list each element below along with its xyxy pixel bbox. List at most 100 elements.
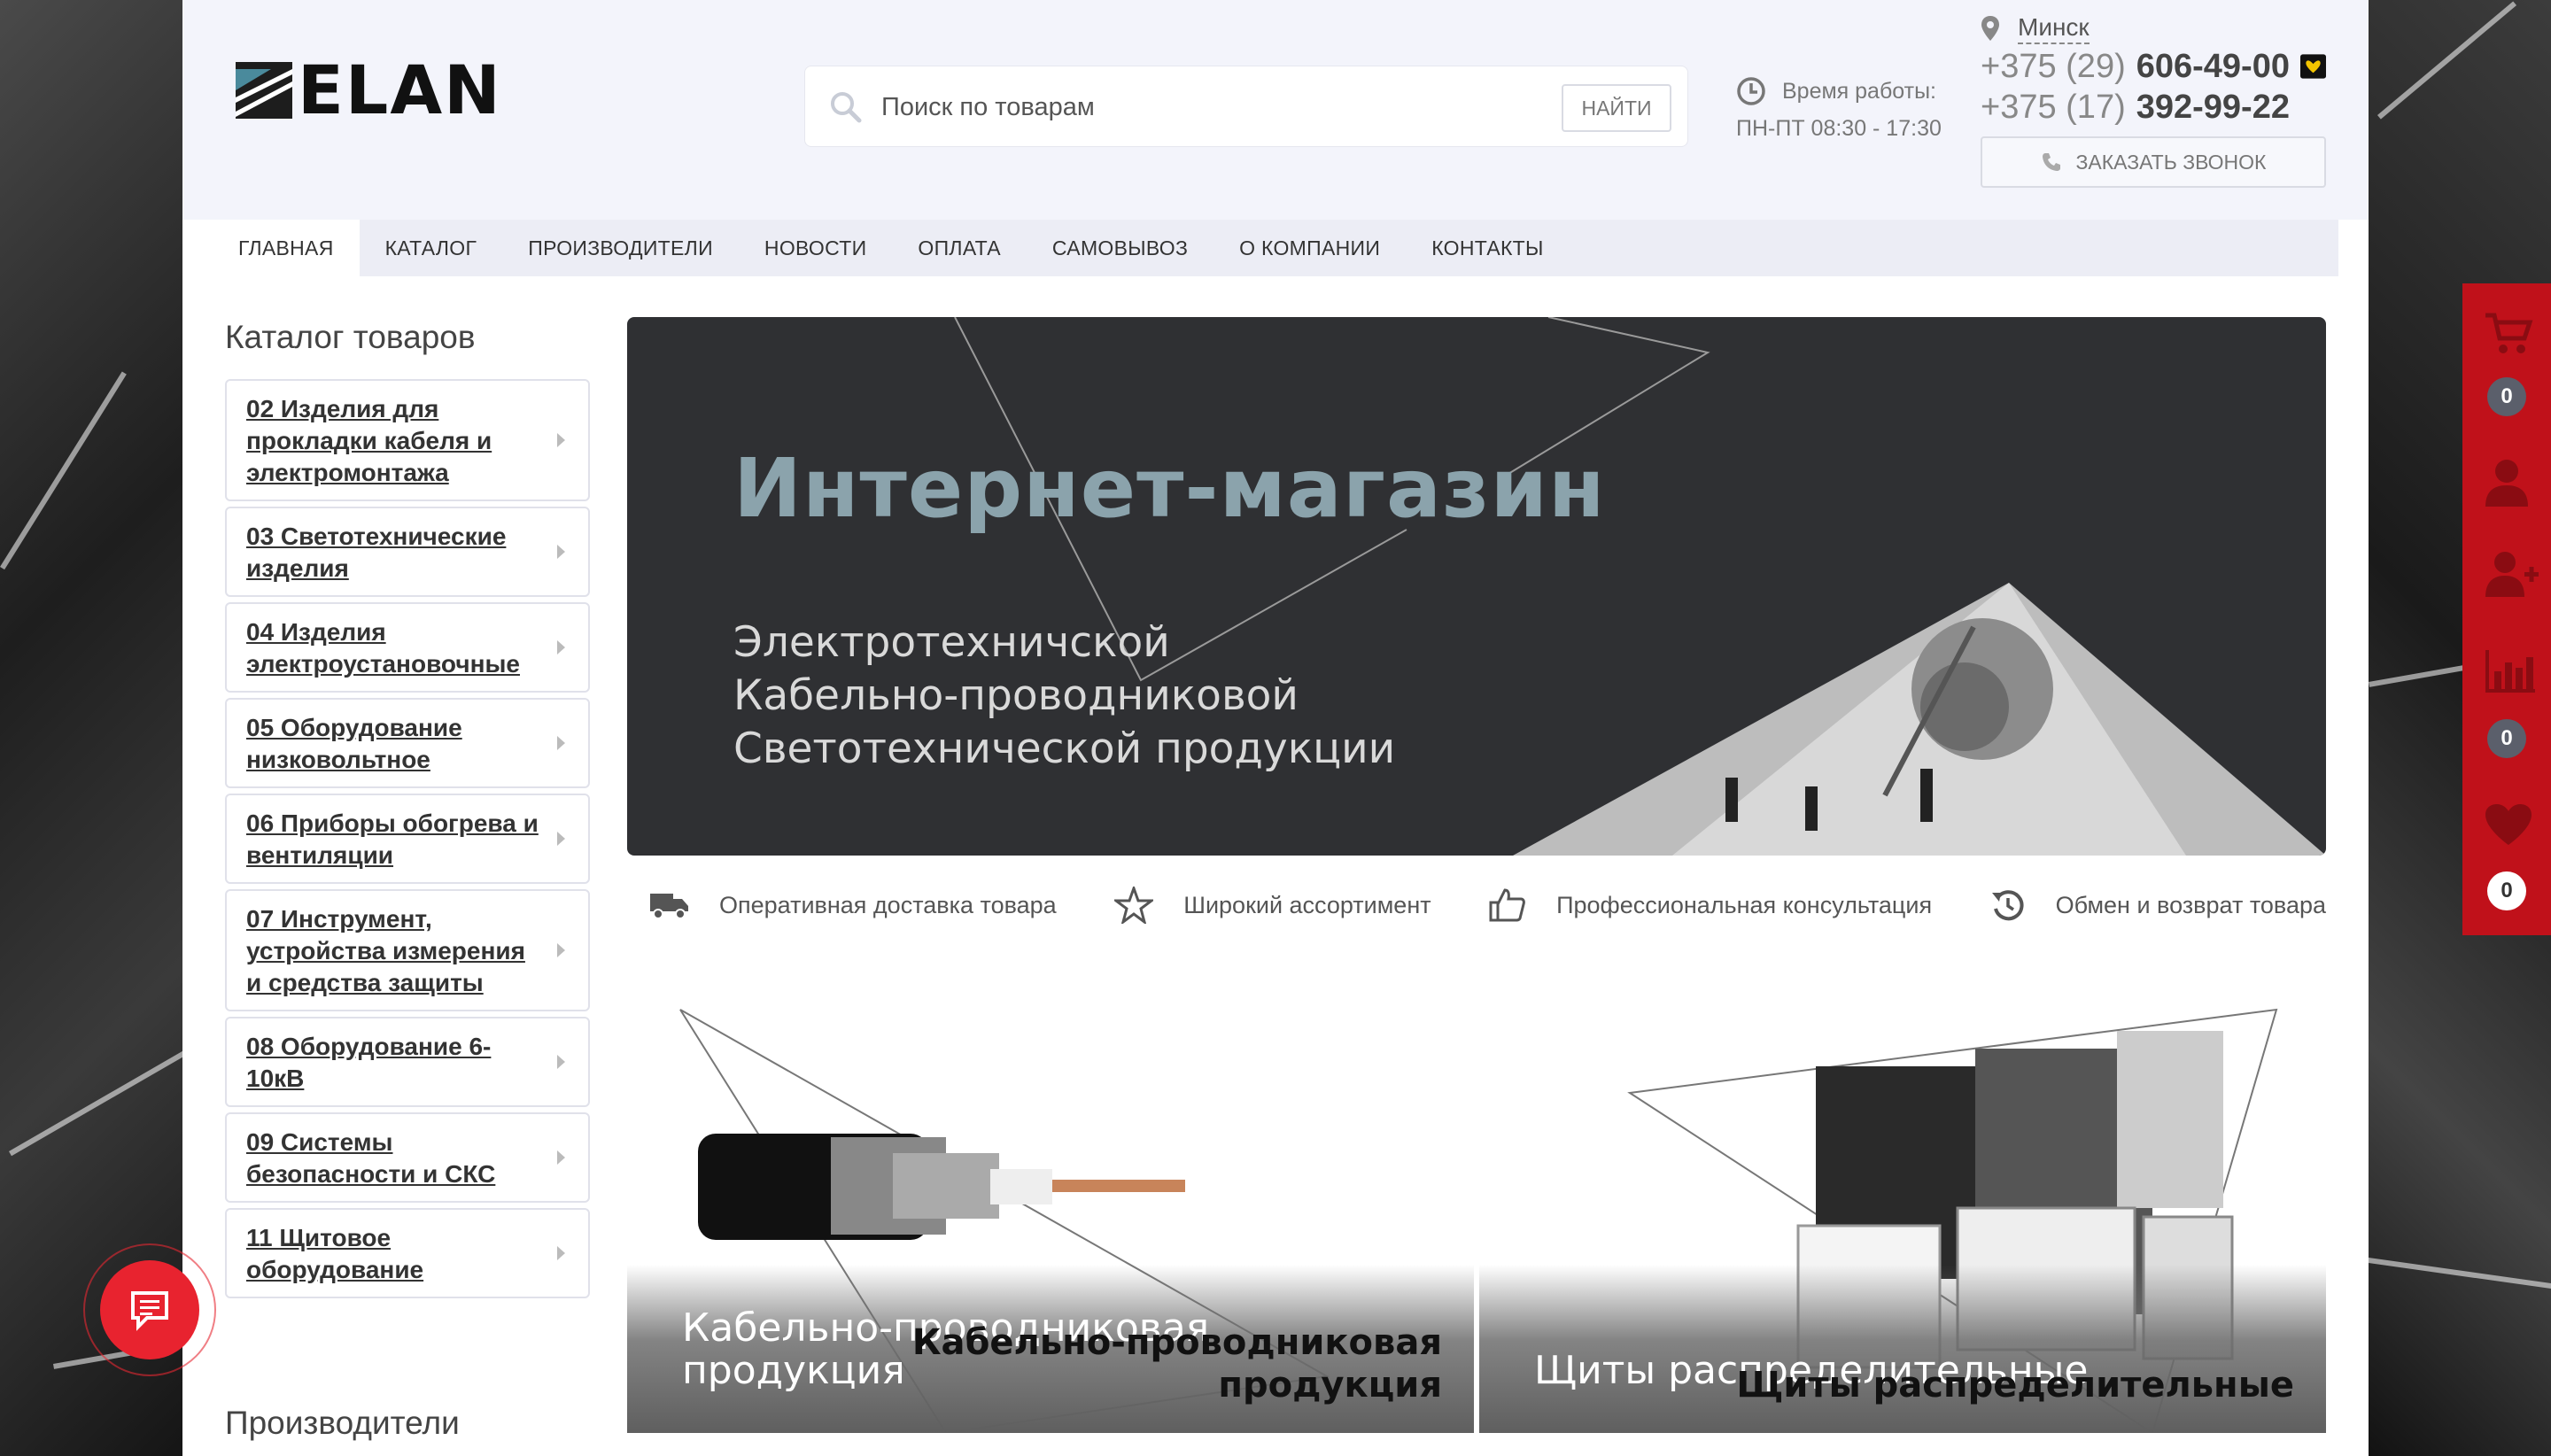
header: ELAN НАЙТИ Время работы: ПН-ПТ 08:30 - 1… bbox=[182, 0, 2369, 220]
working-hours-value: ПН-ПТ 08:30 - 17:30 bbox=[1736, 116, 1942, 141]
catalog-title: Каталог товаров bbox=[225, 319, 476, 355]
add-user-icon[interactable] bbox=[2484, 549, 2540, 597]
hero-subtitle-line: Светотехнической продукции bbox=[733, 724, 1396, 773]
city-link[interactable]: Минск bbox=[2018, 12, 2090, 44]
chat-button-inner bbox=[100, 1260, 199, 1359]
chevron-right-icon bbox=[557, 1246, 565, 1260]
category-link[interactable]: 03 Светотехнические изделия bbox=[246, 521, 546, 585]
category-link[interactable]: 07 Инструмент, устройства измерения и ср… bbox=[246, 903, 546, 999]
phone-2-number: 392-99-22 bbox=[2136, 89, 2290, 126]
viber-icon[interactable] bbox=[2299, 53, 2326, 80]
star-icon bbox=[1114, 887, 1154, 924]
cart-count-badge: 0 bbox=[2487, 377, 2526, 416]
feature-assortment: Широкий ассортимент bbox=[1114, 887, 1431, 924]
return-icon bbox=[1991, 890, 2024, 921]
background-left bbox=[0, 0, 182, 1456]
category-link[interactable]: 09 Системы безопасности и СКС bbox=[246, 1127, 546, 1190]
hero-title: Интернет-магазин bbox=[733, 441, 1606, 536]
working-hours: Время работы: ПН-ПТ 08:30 - 17:30 bbox=[1736, 73, 1942, 147]
category-item[interactable]: 07 Инструмент, устройства измерения и ср… bbox=[225, 889, 590, 1011]
background-line bbox=[2377, 1, 2517, 120]
compare-count-badge: 0 bbox=[2487, 719, 2526, 758]
heart-icon[interactable] bbox=[2484, 802, 2533, 847]
category-tiles: Кабельно-проводниковая продукция Кабельн… bbox=[627, 960, 2326, 1433]
phone-2[interactable]: +375 (17) 392-99-22 bbox=[1981, 87, 2326, 128]
chevron-right-icon bbox=[557, 545, 565, 559]
nav-item-payment[interactable]: ОПЛАТА bbox=[892, 220, 1027, 276]
phone-icon bbox=[2042, 153, 2060, 171]
category-item[interactable]: 05 Оборудование низковольтное bbox=[225, 698, 590, 788]
category-item[interactable]: 02 Изделия для прокладки кабеля и электр… bbox=[225, 379, 590, 501]
truck-icon bbox=[650, 894, 688, 919]
logo-text: ELAN bbox=[298, 50, 502, 129]
category-link[interactable]: 02 Изделия для прокладки кабеля и электр… bbox=[246, 393, 546, 489]
feature-return: Обмен и возврат товара bbox=[1990, 887, 2326, 923]
search-button[interactable]: НАЙТИ bbox=[1562, 84, 1671, 132]
hero-subtitle: Электротехничской Кабельно-проводниковой… bbox=[733, 616, 1395, 776]
chevron-right-icon bbox=[557, 1150, 565, 1165]
chevron-right-icon bbox=[557, 640, 565, 654]
map-pin-icon bbox=[1981, 16, 1999, 41]
feature-label: Оперативная доставка товара bbox=[719, 891, 1057, 918]
category-link[interactable]: 05 Оборудование низковольтное bbox=[246, 712, 546, 776]
feature-delivery: Оперативная доставка товара bbox=[650, 890, 1057, 920]
compare-chart-icon[interactable] bbox=[2484, 648, 2537, 694]
tile-distribution-boards[interactable]: Щиты распределительные Щиты распределите… bbox=[1479, 960, 2326, 1433]
user-icon[interactable] bbox=[2484, 457, 2530, 507]
city-selector[interactable]: Минск bbox=[1981, 11, 2326, 46]
phone-2-code: +375 (17) bbox=[1981, 89, 2126, 126]
features-bar: Оперативная доставка товара Широкий ассо… bbox=[650, 877, 2326, 933]
chevron-right-icon bbox=[557, 1055, 565, 1069]
contact-block: Минск +375 (29) 606-49-00 +375 (17) 392-… bbox=[1981, 11, 2326, 188]
category-link[interactable]: 08 Оборудование 6-10кВ bbox=[246, 1031, 546, 1095]
working-hours-label: Время работы: bbox=[1782, 79, 1936, 104]
side-panel: 0 0 0 bbox=[2462, 283, 2551, 935]
search-icon bbox=[831, 92, 862, 123]
search-input[interactable] bbox=[881, 81, 1457, 134]
cart-icon[interactable] bbox=[2484, 312, 2533, 356]
background-line bbox=[9, 1045, 182, 1157]
nav-item-pickup[interactable]: САМОВЫВОЗ bbox=[1027, 220, 1213, 276]
logo[interactable]: ELAN bbox=[236, 50, 502, 129]
callback-button-label: ЗАКАЗАТЬ ЗВОНОК bbox=[2075, 150, 2267, 174]
tile-caption-line: Кабельно-проводниковая bbox=[911, 1322, 1442, 1363]
nav-item-producers[interactable]: ПРОИЗВОДИТЕЛИ bbox=[502, 220, 739, 276]
category-item[interactable]: 09 Системы безопасности и СКС bbox=[225, 1112, 590, 1203]
phone-1[interactable]: +375 (29) 606-49-00 bbox=[1981, 46, 2326, 87]
nav-item-news[interactable]: НОВОСТИ bbox=[739, 220, 893, 276]
search-box: НАЙТИ bbox=[804, 66, 1688, 147]
chevron-right-icon bbox=[557, 736, 565, 750]
tile-cable-products[interactable]: Кабельно-проводниковая продукция Кабельн… bbox=[627, 960, 1474, 1433]
nav-item-about[interactable]: О КОМПАНИИ bbox=[1213, 220, 1406, 276]
phone-1-code: +375 (29) bbox=[1981, 48, 2126, 85]
tile-caption-overlay: Кабельно-проводниковая продукция bbox=[912, 1321, 1442, 1406]
category-item[interactable]: 11 Щитовое оборудование bbox=[225, 1208, 590, 1298]
tile-caption-line: продукция bbox=[1218, 1365, 1442, 1406]
category-link[interactable]: 11 Щитовое оборудование bbox=[246, 1222, 546, 1286]
category-link[interactable]: 06 Приборы обогрева и вентиляции bbox=[246, 808, 546, 871]
feature-label: Профессиональная консультация bbox=[1556, 891, 1933, 918]
category-item[interactable]: 06 Приборы обогрева и вентиляции bbox=[225, 794, 590, 884]
chat-button[interactable] bbox=[83, 1243, 216, 1376]
category-link[interactable]: 04 Изделия электроустановочные bbox=[246, 616, 546, 680]
thumbs-up-icon bbox=[1489, 888, 1525, 922]
category-list: 02 Изделия для прокладки кабеля и электр… bbox=[225, 379, 590, 1304]
callback-button[interactable]: ЗАКАЗАТЬ ЗВОНОК bbox=[1981, 136, 2326, 188]
tile-caption-overlay: Щиты распределительные bbox=[1736, 1365, 2294, 1406]
clock-icon bbox=[1737, 77, 1765, 105]
hero-subtitle-line: Кабельно-проводниковой bbox=[733, 671, 1299, 720]
chat-icon bbox=[131, 1291, 168, 1331]
nav-item-contacts[interactable]: КОНТАКТЫ bbox=[1406, 220, 1569, 276]
main-nav: ГЛАВНАЯ КАТАЛОГ ПРОИЗВОДИТЕЛИ НОВОСТИ ОП… bbox=[213, 220, 2338, 276]
nav-item-home[interactable]: ГЛАВНАЯ bbox=[213, 220, 360, 276]
nav-item-catalog[interactable]: КАТАЛОГ bbox=[360, 220, 503, 276]
feature-label: Обмен и возврат товара bbox=[2055, 891, 2326, 918]
category-item[interactable]: 08 Оборудование 6-10кВ bbox=[225, 1017, 590, 1107]
hero-banner[interactable]: Интернет-магазин Электротехничской Кабел… bbox=[627, 317, 2326, 856]
phone-1-number: 606-49-00 bbox=[2136, 48, 2290, 85]
category-item[interactable]: 04 Изделия электроустановочные bbox=[225, 602, 590, 693]
category-item[interactable]: 03 Светотехнические изделия bbox=[225, 507, 590, 597]
favorites-count-badge: 0 bbox=[2487, 871, 2526, 910]
chevron-right-icon bbox=[557, 943, 565, 957]
page: ELAN НАЙТИ Время работы: ПН-ПТ 08:30 - 1… bbox=[182, 0, 2369, 1456]
